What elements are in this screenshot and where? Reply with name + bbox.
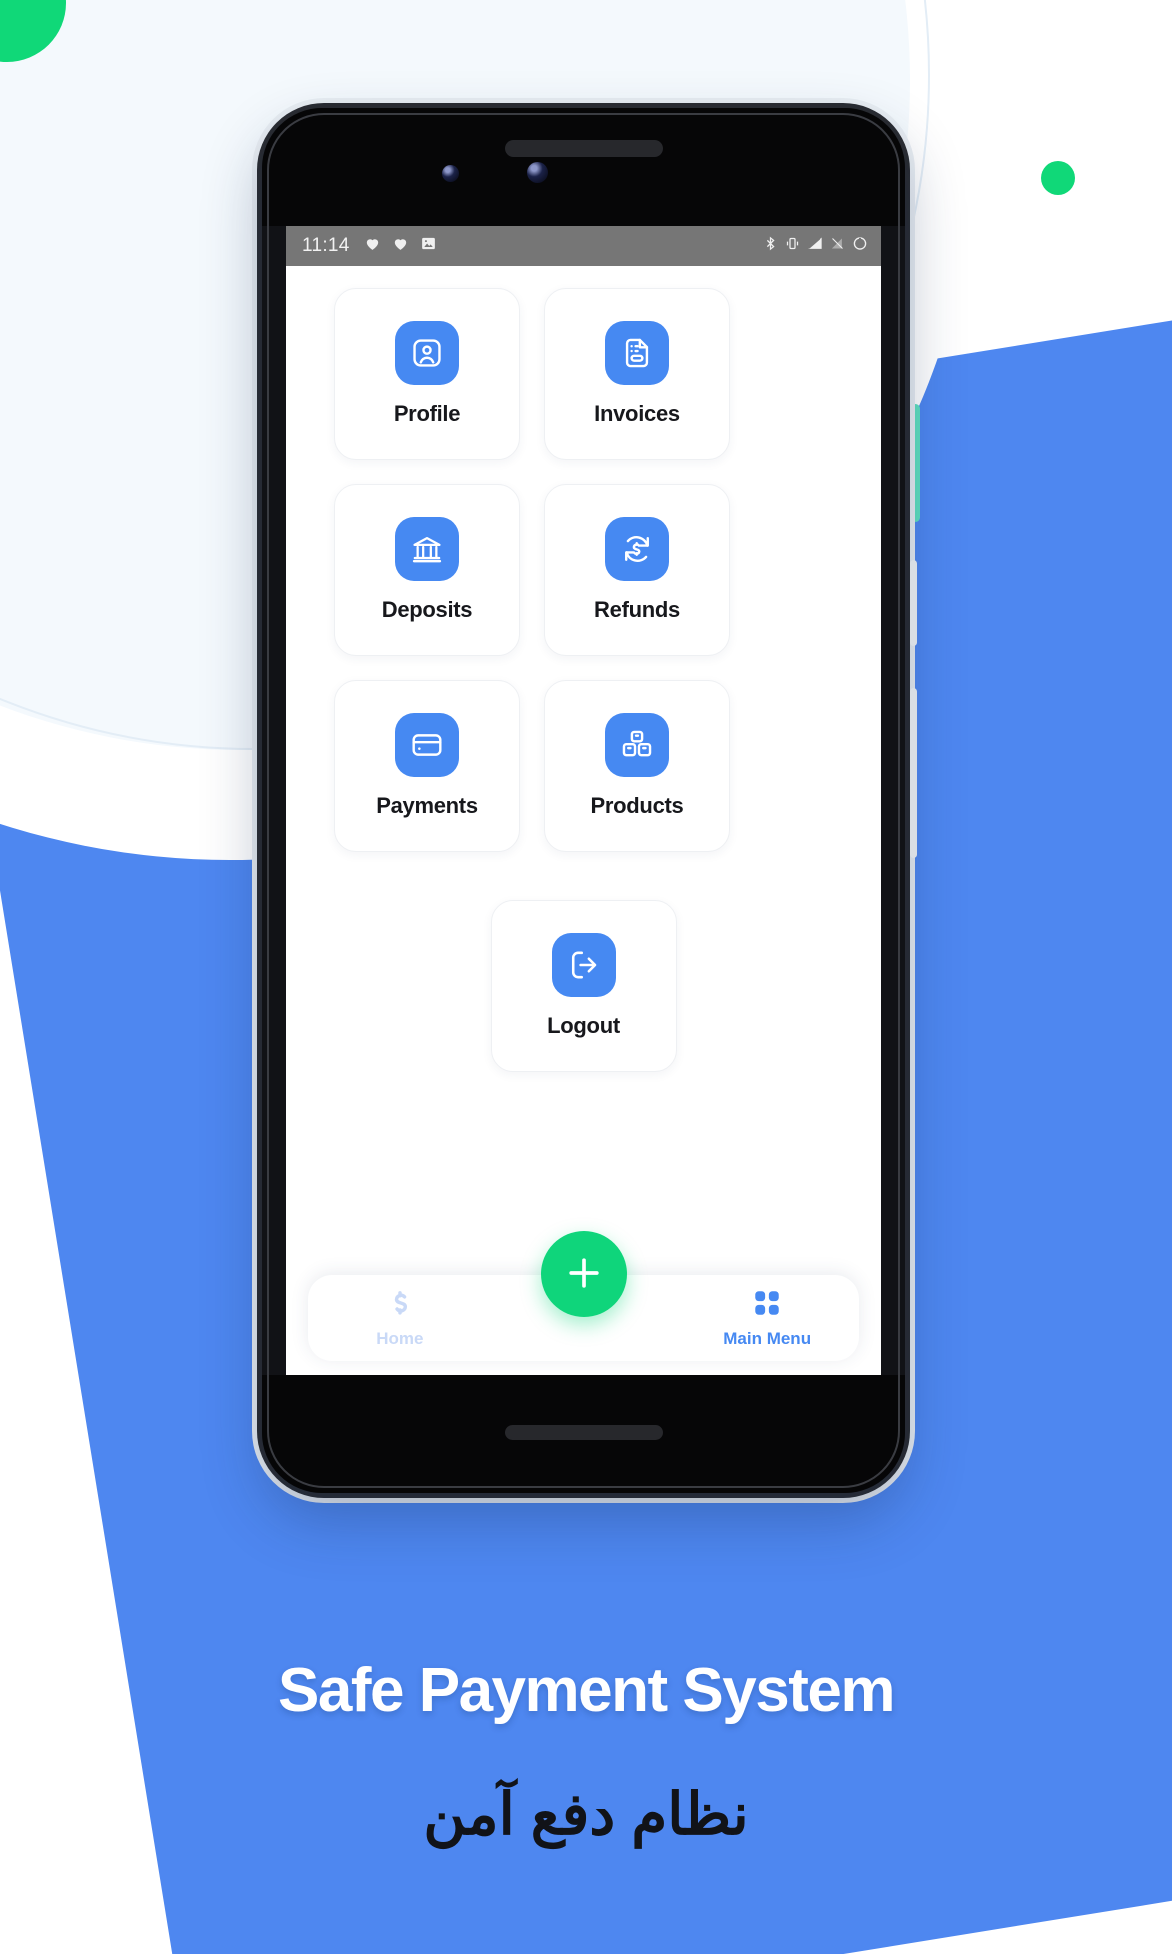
wifi-off-icon	[830, 235, 845, 257]
nav-item-home[interactable]: Home	[308, 1287, 492, 1349]
status-bar-system-icons	[763, 235, 868, 257]
invoice-icon	[605, 321, 669, 385]
front-camera-icon	[442, 165, 459, 182]
teal-edge-decoration	[911, 404, 920, 522]
menu-card-label: Invoices	[594, 401, 680, 426]
add-button[interactable]	[540, 1231, 627, 1317]
logout-icon	[551, 933, 616, 997]
bottom-navigation-bar: Home Main Menu	[308, 1231, 859, 1361]
signal-icon	[807, 235, 823, 257]
bank-icon	[395, 517, 459, 581]
green-dot-decoration	[1041, 161, 1075, 195]
menu-card-label: Deposits	[381, 597, 473, 622]
nav-item-label: Main Menu	[723, 1329, 812, 1348]
bottom-speaker	[504, 1425, 663, 1440]
phone-volume-button[interactable]	[910, 688, 917, 858]
menu-card-label: Refunds	[594, 597, 680, 622]
menu-card-refunds[interactable]: Refunds	[544, 484, 730, 656]
heart-icon	[392, 235, 409, 257]
image-icon	[420, 235, 437, 257]
main-menu-grid: Profile Invoices Deposits Refunds Paymen…	[286, 266, 881, 1072]
heart-icon	[364, 235, 381, 257]
menu-card-label: Payments	[376, 793, 478, 818]
caption-arabic: نظام دفع آمن	[423, 1782, 749, 1847]
front-camera-secondary-icon	[527, 162, 548, 183]
menu-card-products[interactable]: Products	[544, 680, 730, 852]
credit-card-icon	[395, 713, 459, 777]
status-bar: 11:14	[286, 226, 881, 266]
phone-power-button[interactable]	[910, 560, 917, 646]
battery-icon	[852, 235, 868, 257]
menu-card-label: Logout	[547, 1013, 620, 1038]
phone-screen: 11:14 Profile Invoices Deposits Refunds …	[286, 226, 881, 1375]
status-bar-time: 11:14	[302, 235, 350, 256]
nav-item-label: Home	[376, 1329, 424, 1348]
phone-mockup: 11:14 Profile Invoices Deposits Refunds …	[262, 108, 917, 1493]
profile-icon	[395, 321, 459, 385]
vibrate-icon	[785, 235, 800, 257]
menu-card-label: Products	[590, 793, 684, 818]
refund-icon	[605, 517, 669, 581]
menu-card-payments[interactable]: Payments	[334, 680, 520, 852]
bluetooth-icon	[763, 235, 778, 257]
status-bar-notification-icons	[364, 235, 437, 257]
dollar-icon	[384, 1287, 416, 1324]
caption-english: Safe Payment System	[278, 1656, 895, 1725]
phone-top-bezel	[262, 108, 905, 226]
logout-row: Logout	[334, 900, 833, 1072]
menu-card-logout[interactable]: Logout	[490, 900, 677, 1072]
nav-item-main-menu[interactable]: Main Menu	[675, 1287, 859, 1349]
boxes-icon	[605, 713, 669, 777]
menu-card-label: Profile	[393, 401, 461, 426]
menu-card-invoices[interactable]: Invoices	[544, 288, 730, 460]
earpiece-speaker	[504, 140, 663, 157]
grid-icon	[751, 1287, 783, 1324]
phone-bottom-bezel	[262, 1375, 905, 1493]
menu-card-profile[interactable]: Profile	[334, 288, 520, 460]
plus-icon	[562, 1251, 606, 1298]
promo-screenshot: 11:14 Profile Invoices Deposits Refunds …	[0, 0, 1172, 1954]
menu-card-deposits[interactable]: Deposits	[334, 484, 520, 656]
